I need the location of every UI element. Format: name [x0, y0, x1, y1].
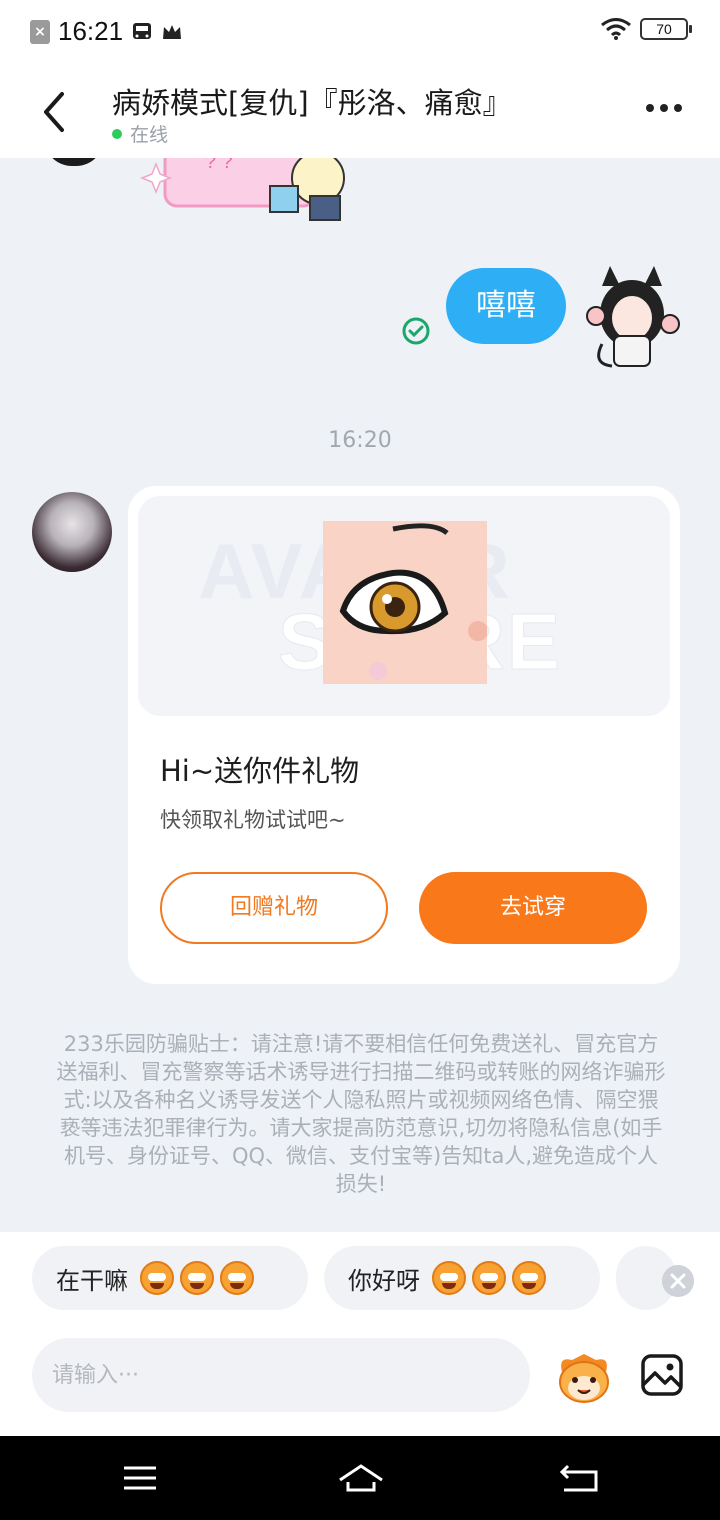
quick-reply-text: 在干嘛: [56, 1266, 128, 1295]
anti-fraud-notice: 233乐园防骗贴士：请注意!请不要相信任何免费送礼、冒充官方送福利、冒充警察等话…: [56, 1032, 666, 1196]
quick-reply-bar: 在干嘛 你好呀: [0, 1232, 720, 1328]
online-dot-icon: [112, 128, 122, 139]
image-icon[interactable]: [640, 1353, 684, 1397]
avatar[interactable]: [44, 158, 104, 166]
message-input[interactable]: [32, 1338, 530, 1412]
return-gift-button[interactable]: 回赠礼物: [160, 872, 388, 944]
my-avatar[interactable]: [582, 266, 682, 370]
wifi-icon: [601, 18, 631, 40]
close-icon[interactable]: [662, 1265, 694, 1297]
try-on-button[interactable]: 去试穿: [419, 872, 647, 944]
chat-area[interactable]: ? ? 嘻嘻 16:20 AVATAR STORE: [0, 158, 720, 1232]
bus-icon: [133, 22, 152, 39]
avatar[interactable]: [32, 492, 112, 572]
eye-artwork: [323, 521, 487, 684]
battery-indicator: 70: [640, 18, 692, 40]
status-bar: × 16:21 70: [0, 0, 720, 66]
chat-header: 病娇模式[复仇]『彤洛、痛愈』 在线: [0, 66, 720, 158]
quick-reply-chip[interactable]: 你好呀: [324, 1246, 600, 1310]
quick-reply-chip[interactable]: 在干嘛: [32, 1246, 308, 1310]
back-arrow-icon[interactable]: [34, 86, 78, 138]
laughing-emoji-icon: [180, 1261, 214, 1295]
more-options-button[interactable]: [646, 104, 682, 112]
online-status: 在线: [112, 120, 168, 147]
emoji-icon[interactable]: [554, 1350, 614, 1404]
read-check-icon: [402, 317, 430, 345]
chat-title: 病娇模式[复仇]『彤洛、痛愈』: [112, 86, 512, 120]
crown-icon: [163, 24, 182, 39]
svg-text:? ?: ? ?: [205, 158, 233, 173]
menu-icon[interactable]: [118, 1458, 162, 1498]
sticker-image[interactable]: ? ?: [140, 158, 370, 228]
smiling-emoji-icon: [432, 1261, 466, 1295]
system-nav-bar: [0, 1436, 720, 1520]
quick-reply-text: 你好呀: [348, 1266, 420, 1295]
laughing-emoji-icon: [220, 1261, 254, 1295]
online-status-text: 在线: [130, 124, 169, 146]
smiling-emoji-icon: [512, 1261, 546, 1295]
input-bar: [0, 1328, 720, 1436]
message-timestamp: 16:20: [328, 428, 392, 453]
my-message-bubble[interactable]: 嘻嘻: [446, 268, 566, 344]
status-time: 16:21: [58, 16, 124, 46]
laughing-emoji-icon: [140, 1261, 174, 1295]
gift-preview-image[interactable]: AVATAR STORE: [138, 496, 670, 716]
smiling-emoji-icon: [472, 1261, 506, 1295]
gift-card[interactable]: AVATAR STORE Hi~送你件礼物 快领取礼物试试吧~ 回赠礼物 去试穿: [128, 486, 680, 984]
no-sim-icon: ×: [30, 19, 50, 44]
gift-title: Hi~送你件礼物: [160, 754, 360, 788]
gift-subtitle: 快领取礼物试试吧~: [160, 808, 346, 832]
back-nav-icon[interactable]: [558, 1458, 602, 1498]
home-icon[interactable]: [336, 1458, 386, 1498]
